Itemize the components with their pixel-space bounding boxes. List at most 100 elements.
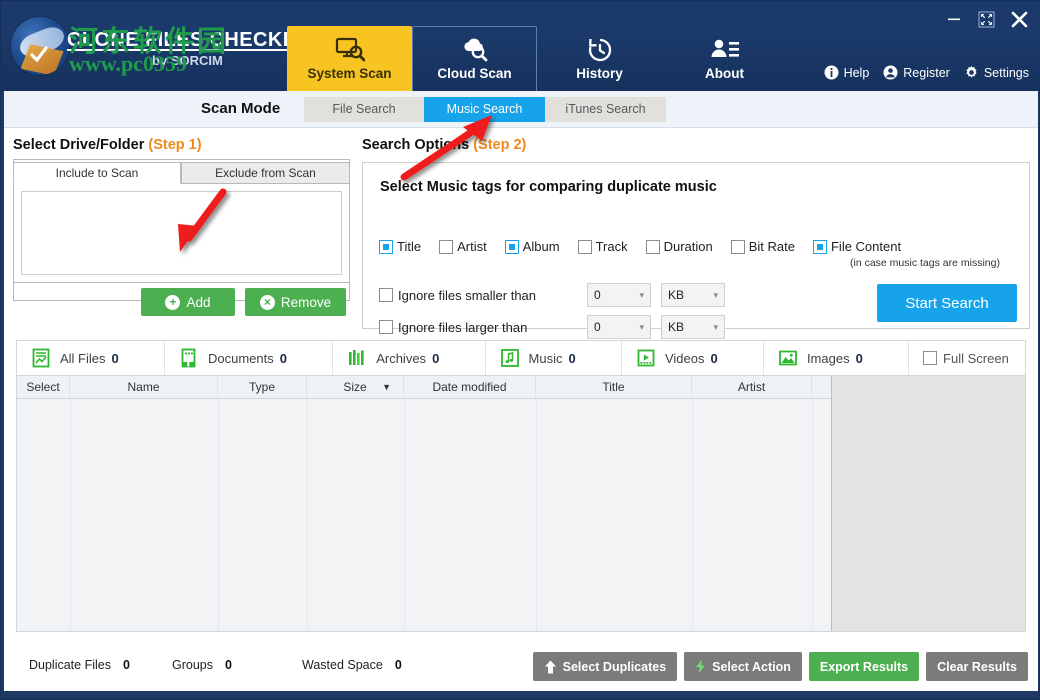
column-divider <box>70 399 71 631</box>
tag-label: File Content <box>830 239 902 254</box>
tag-checkbox-artist[interactable]: Artist <box>439 239 487 254</box>
tag-label: Track <box>595 239 628 254</box>
document-icon <box>181 348 196 368</box>
all-files-icon <box>32 348 50 368</box>
close-button[interactable] <box>1009 9 1029 29</box>
help-link[interactable]: Help <box>824 65 870 80</box>
checkbox-box[interactable] <box>379 239 393 254</box>
drive-buttons-row: + Add × Remove <box>13 288 350 318</box>
nav-tab-about[interactable]: About <box>662 26 787 91</box>
file-tab-music[interactable]: Music 0 <box>486 341 622 375</box>
tab-include-to-scan[interactable]: Include to Scan <box>13 162 181 184</box>
checkbox-box[interactable] <box>812 239 827 254</box>
file-tab-archives[interactable]: Archives 0 <box>333 341 486 375</box>
select-drive-panel: Select Drive/Folder (Step 1) Include to … <box>13 137 350 283</box>
clear-results-button[interactable]: Clear Results <box>926 652 1028 681</box>
column-header-type[interactable]: Type <box>218 376 307 398</box>
drive-folder-list[interactable] <box>13 184 350 283</box>
checkbox-box[interactable] <box>577 239 592 254</box>
remove-button[interactable]: × Remove <box>245 288 346 316</box>
full-screen-checkbox[interactable]: Full Screen <box>909 341 1025 375</box>
column-header-size-label: Size <box>343 380 367 394</box>
selected-value: KB <box>668 320 685 334</box>
file-tab-videos[interactable]: Videos 0 <box>622 341 764 375</box>
select-duplicates-button[interactable]: Select Duplicates <box>532 652 678 681</box>
tag-checkbox-title[interactable]: Title <box>379 239 421 254</box>
register-link[interactable]: Register <box>883 65 950 80</box>
ignore-larger-checkbox[interactable]: Ignore files larger than <box>379 320 559 335</box>
tag-checkbox-album[interactable]: Album <box>504 239 560 254</box>
scan-mode-tab-music-search[interactable]: Music Search <box>424 97 545 122</box>
ignore-smaller-value-select[interactable]: 0 ▾ <box>587 283 651 307</box>
checkbox-box[interactable] <box>645 239 660 254</box>
checkbox-box[interactable] <box>923 351 938 365</box>
nav-tab-system-scan[interactable]: System Scan <box>287 26 412 91</box>
file-type-tabs: All Files 0 Documents 0 Archives 0 Music… <box>16 340 1026 376</box>
results-area: All Files 0 Documents 0 Archives 0 Music… <box>16 340 1026 632</box>
scan-mode-tab-file-search[interactable]: File Search <box>304 97 424 122</box>
select-action-button[interactable]: Select Action <box>684 652 802 681</box>
ignore-smaller-checkbox[interactable]: Ignore files smaller than <box>379 288 559 303</box>
checkbox-box[interactable] <box>504 239 519 254</box>
checkbox-box[interactable] <box>379 288 393 302</box>
window-controls <box>945 9 1029 29</box>
results-table-body[interactable] <box>17 399 832 631</box>
results-table: Select Name Type Size ▼ Date modified Ti… <box>16 376 1026 632</box>
start-search-button[interactable]: Start Search <box>877 284 1017 322</box>
file-tab-images[interactable]: Images 0 <box>764 341 910 375</box>
select-drive-step: (Step 1) <box>148 137 202 153</box>
music-note-icon <box>500 349 519 367</box>
minimize-button[interactable] <box>945 10 963 28</box>
video-icon <box>637 349 655 367</box>
ignore-larger-value-select[interactable]: 0 ▾ <box>587 315 651 339</box>
settings-link[interactable]: Settings <box>964 65 1029 80</box>
select-drive-title-text: Select Drive/Folder <box>13 137 145 153</box>
scan-mode-bar: Scan Mode File Search Music Search iTune… <box>4 91 1038 128</box>
selected-value: KB <box>668 288 685 302</box>
cross-icon: × <box>259 294 275 310</box>
file-tab-count: 0 <box>855 350 863 366</box>
column-header-artist[interactable]: Artist <box>692 376 812 398</box>
tab-exclude-from-scan[interactable]: Exclude from Scan <box>181 162 350 184</box>
file-tab-label: All Files <box>60 350 106 366</box>
column-header-size[interactable]: Size ▼ <box>307 376 404 398</box>
lightning-icon <box>696 659 706 674</box>
file-tab-label: Videos <box>664 350 705 366</box>
selected-value: 0 <box>594 288 601 302</box>
file-tab-count: 0 <box>432 350 440 366</box>
search-options-panel: Search Options (Step 2) Select Music tag… <box>362 137 1030 339</box>
column-header-title[interactable]: Title <box>536 376 692 398</box>
file-tab-documents[interactable]: Documents 0 <box>165 341 334 375</box>
tag-checkbox-track[interactable]: Track <box>577 239 628 254</box>
maximize-icon <box>978 11 994 27</box>
checkbox-box[interactable] <box>439 239 454 254</box>
ignore-smaller-unit-select[interactable]: KB ▾ <box>661 283 725 307</box>
column-header-date-modified[interactable]: Date modified <box>404 376 536 398</box>
file-tab-all-files[interactable]: All Files 0 <box>17 341 165 375</box>
status-bar: Duplicate Files 0 Groups 0 Wasted Space 0 S… <box>4 642 1038 691</box>
tag-checkbox-file-content[interactable]: File Content <box>812 239 902 254</box>
file-tab-label: Documents <box>207 350 274 366</box>
nav-tab-history[interactable]: History <box>537 26 662 91</box>
clock-history-icon <box>588 38 611 61</box>
add-button[interactable]: + Add <box>141 288 235 316</box>
maximize-button[interactable] <box>977 10 995 28</box>
scan-mode-tab-itunes-search[interactable]: iTunes Search <box>545 97 666 122</box>
checkbox-box[interactable] <box>730 239 745 254</box>
ignore-larger-unit-select[interactable]: KB ▾ <box>661 315 725 339</box>
globe-logo-icon <box>11 17 69 75</box>
tag-checkbox-duration[interactable]: Duration <box>645 239 713 254</box>
column-header-name[interactable]: Name <box>70 376 218 398</box>
column-header-select[interactable]: Select <box>17 376 70 398</box>
tag-checkbox-bit-rate[interactable]: Bit Rate <box>730 239 795 254</box>
header-links: Help Register Settings <box>824 65 1029 80</box>
stat-wasted-space: Wasted Space 0 <box>302 658 402 672</box>
chevron-down-icon: ▾ <box>713 289 718 300</box>
export-results-button[interactable]: Export Results <box>808 652 920 681</box>
drive-folder-list-inner[interactable] <box>21 191 342 275</box>
tag-label: Bit Rate <box>748 239 795 254</box>
help-link-label: Help <box>843 65 870 80</box>
nav-tab-cloud-scan[interactable]: Cloud Scan <box>412 26 537 91</box>
stat-duplicate-files: Duplicate Files 0 <box>29 658 130 672</box>
checkbox-box[interactable] <box>379 320 393 334</box>
